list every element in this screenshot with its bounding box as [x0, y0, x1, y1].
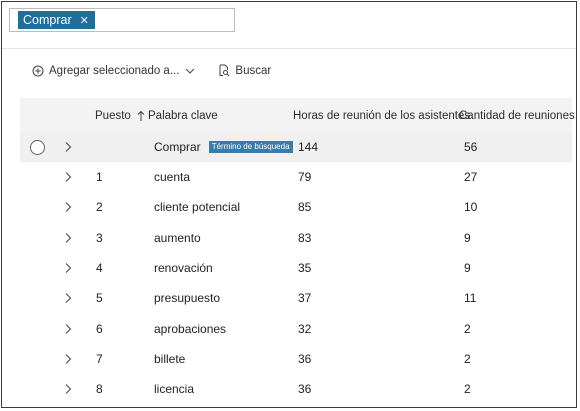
- search-button-label: Buscar: [235, 64, 272, 77]
- table-row[interactable]: 5 presupuesto 37 11: [20, 283, 572, 313]
- count-cell: 11: [464, 291, 477, 306]
- rank-cell: 2: [96, 200, 103, 215]
- hours-cell: 36: [298, 351, 312, 366]
- count-cell: 56: [464, 140, 478, 154]
- keyword-cell: cliente potencial: [154, 200, 241, 215]
- count-cell: 2: [464, 351, 471, 366]
- divider: [2, 48, 576, 49]
- table-row[interactable]: 2 cliente potencial 85 10: [20, 192, 572, 222]
- chevron-right-icon[interactable]: [64, 292, 72, 304]
- column-header-keyword-label: Palabra clave: [148, 110, 218, 122]
- column-header-keyword[interactable]: Palabra clave: [148, 98, 218, 134]
- expand-cell: [64, 132, 72, 162]
- expand-cell: [64, 253, 72, 283]
- rank-cell: 1: [96, 170, 103, 184]
- hours-cell: 32: [298, 321, 312, 336]
- expand-cell: [64, 344, 72, 374]
- count-cell: 9: [464, 230, 471, 245]
- rank-cell: 4: [96, 260, 103, 275]
- search-box[interactable]: Comprar ✕: [9, 8, 258, 32]
- chevron-right-icon[interactable]: [64, 323, 72, 335]
- add-selected-label: Agregar seleccionado a...: [49, 64, 180, 77]
- table-row[interactable]: 3 aumento 83 9: [20, 223, 572, 253]
- row-select-cell: [30, 132, 45, 162]
- hours-cell: 36: [298, 382, 312, 397]
- chevron-right-icon[interactable]: [64, 171, 72, 183]
- count-cell: 10: [464, 200, 478, 215]
- hours-cell: 85: [298, 200, 312, 215]
- hours-cell: 79: [298, 170, 312, 184]
- count-cell: 2: [464, 321, 471, 336]
- expand-cell: [64, 162, 72, 192]
- keyword-cell: aumento: [154, 230, 201, 245]
- search-term-chip[interactable]: Comprar ✕: [18, 11, 95, 29]
- rank-cell: 3: [96, 230, 103, 245]
- column-header-hours-label: Horas de reunión de los asistentes: [293, 110, 471, 122]
- chevron-right-icon[interactable]: [64, 232, 72, 244]
- table-header: Puesto Palabra clave Horas de reunión de…: [20, 98, 575, 134]
- column-header-rank-label: Puesto: [95, 110, 131, 122]
- add-circle-icon: [32, 65, 44, 76]
- keyword-cell: cuenta: [154, 170, 191, 184]
- toolbar: Agregar seleccionado a... Buscar: [32, 64, 271, 77]
- table-row-search-term[interactable]: Comprar Término de búsqueda 144 56: [20, 132, 572, 162]
- rank-cell: 6: [96, 321, 103, 336]
- hours-cell: 35: [298, 260, 312, 275]
- column-header-hours[interactable]: Horas de reunión de los asistentes: [293, 98, 470, 134]
- rank-cell: 8: [96, 382, 103, 397]
- table-row[interactable]: 6 aprobaciones 32 2: [20, 314, 572, 344]
- hours-cell: 37: [298, 291, 312, 306]
- count-cell: 2: [464, 382, 471, 397]
- column-header-rank[interactable]: Puesto: [95, 98, 145, 134]
- window-frame: Comprar ✕ Agregar seleccionado a... Busc…: [1, 1, 577, 408]
- table-row[interactable]: 8 licencia 36 2: [20, 374, 572, 404]
- column-header-count-label: Cantidad de reuniones: [459, 110, 575, 122]
- add-selected-button[interactable]: Agregar seleccionado a...: [32, 65, 200, 77]
- chevron-right-icon[interactable]: [64, 383, 72, 395]
- table-row[interactable]: 1 cuenta 79 27: [20, 162, 572, 192]
- keyword-cell: licencia: [154, 382, 195, 397]
- search-term-badge: Término de búsqueda: [208, 141, 293, 153]
- document-search-icon: [219, 64, 230, 77]
- keyword-cell: presupuesto: [154, 291, 221, 306]
- sort-ascending-icon: [137, 110, 145, 121]
- chevron-right-icon[interactable]: [64, 141, 72, 153]
- expand-cell: [64, 192, 72, 222]
- keyword-cell: billete: [154, 351, 186, 366]
- hours-cell: 144: [298, 140, 319, 154]
- expand-cell: [64, 283, 72, 313]
- keyword-cell: aprobaciones: [154, 321, 227, 336]
- close-icon[interactable]: ✕: [80, 14, 89, 27]
- chevron-right-icon[interactable]: [64, 353, 72, 365]
- table-row[interactable]: 7 billete 36 2: [20, 344, 572, 374]
- search-term-chip-label: Comprar: [23, 13, 72, 27]
- expand-cell: [64, 314, 72, 344]
- search-input[interactable]: [98, 10, 258, 30]
- rank-cell: 5: [96, 291, 103, 306]
- hours-cell: 83: [298, 230, 312, 245]
- rank-cell: 7: [96, 351, 103, 366]
- count-cell: 9: [464, 260, 471, 275]
- count-cell: 27: [464, 170, 478, 184]
- chevron-down-icon: [186, 68, 195, 74]
- search-button[interactable]: Buscar: [218, 64, 271, 77]
- keyword-text: Comprar: [154, 140, 201, 154]
- chevron-right-icon[interactable]: [64, 262, 72, 274]
- row-select-radio[interactable]: [30, 139, 45, 155]
- expand-cell: [64, 223, 72, 253]
- keyword-cell: Comprar Término de búsqueda: [154, 132, 293, 162]
- keyword-cell: renovación: [154, 260, 213, 275]
- table-row[interactable]: 4 renovación 35 9: [20, 253, 572, 283]
- column-header-count[interactable]: Cantidad de reuniones: [459, 98, 575, 134]
- expand-cell: [64, 374, 72, 404]
- chevron-right-icon[interactable]: [64, 201, 72, 213]
